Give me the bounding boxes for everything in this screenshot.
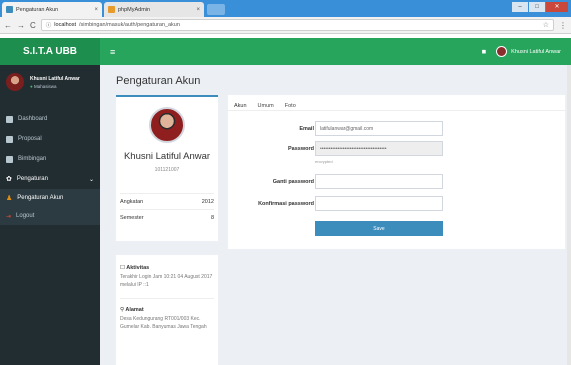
sidebar-item-pengaturan-akun[interactable]: ♟ Pengaturan Akun	[0, 189, 100, 207]
profile-name: Khusni Latiful Anwar	[123, 151, 211, 162]
logout-icon: ⇥	[6, 213, 12, 220]
sidebar-item-proposal[interactable]: Proposal	[0, 129, 100, 149]
bookmark-star-icon[interactable]: ☆	[543, 21, 549, 29]
address-title: Alamat	[125, 307, 144, 313]
close-window-icon[interactable]: ✕	[546, 2, 568, 12]
browser-tab-label: Pengaturan Akun	[16, 6, 59, 13]
divider	[120, 298, 214, 299]
dashboard-icon	[6, 115, 13, 123]
activity-heading: ☐ Aktivitas	[120, 265, 214, 271]
sidebar-item-dashboard[interactable]: Dashboard	[0, 109, 100, 129]
activity-text: Terakhir Login Jam 10:21 04 August 2017 …	[120, 274, 213, 288]
notification-flag-icon[interactable]: ◼	[482, 49, 487, 55]
back-icon[interactable]: ←	[4, 21, 12, 30]
browser-tab-bar: Pengaturan Akun × phpMyAdmin × – □ ✕	[0, 0, 571, 17]
confirm-password-label: Konfirmasi password	[258, 201, 314, 207]
sidebar-item-pengaturan[interactable]: ✿ Pengaturan ⌄	[0, 169, 100, 189]
sidebar-user-name: Khusni Latiful Anwar	[30, 75, 80, 82]
address-bar[interactable]: ⓘ localhost/simbingan/masuk/auth/pengatu…	[40, 19, 554, 31]
browser-tab-inactive[interactable]: phpMyAdmin ×	[104, 2, 204, 17]
online-dot-icon: ●	[30, 83, 33, 89]
activity-title: Aktivitas	[126, 265, 150, 271]
page-title: Pengaturan Akun	[116, 75, 201, 87]
tab-umum[interactable]: Umum	[258, 103, 274, 110]
profile-nim: 101121007	[154, 167, 180, 173]
sidebar: Khusni Latiful Anwar ● Mahasiswa Dashboa…	[0, 65, 100, 365]
address-heading: ⚲ Alamat	[120, 307, 214, 313]
sidebar-toggle-icon[interactable]: ≡	[110, 47, 115, 57]
minimize-icon[interactable]: –	[512, 2, 528, 12]
new-tab-button[interactable]	[207, 4, 225, 15]
save-button[interactable]: Save	[315, 221, 443, 236]
comment-icon: ☐	[120, 265, 125, 271]
file-icon	[6, 135, 13, 143]
reload-icon[interactable]: C	[30, 21, 36, 30]
user-icon: ♟	[6, 195, 13, 202]
chevron-down-icon: ⌄	[88, 176, 94, 183]
book-icon	[6, 155, 13, 163]
site-info-icon[interactable]: ⓘ	[46, 21, 52, 29]
app-logo[interactable]: S.I.T.A UBB	[0, 38, 100, 65]
sidebar-item-label: Dashboard	[18, 116, 48, 122]
profile-photo	[149, 107, 185, 143]
sidebar-item-label: Bimbingan	[18, 156, 47, 162]
password-field[interactable]: ••••••••••••••••••••••••••••••••••••••	[315, 141, 443, 156]
sidebar-item-bimbingan[interactable]: Bimbingan	[0, 149, 100, 169]
sidebar-menu: Dashboard Proposal Bimbingan ✿ Pengatura…	[0, 109, 100, 225]
browser-menu-icon[interactable]: ⋮	[559, 21, 567, 30]
maximize-icon[interactable]: □	[529, 2, 545, 12]
user-menu[interactable]: Khusni Latiful Anwar	[496, 46, 561, 57]
settings-form-card: Akun Umum Foto Email latifulanwar@gmail.…	[228, 95, 565, 249]
row-label: Semester	[120, 214, 144, 221]
address-text: Desa Kedungurang RT001/003 Kec. Gumelar …	[120, 316, 207, 330]
main-content: Pengaturan Akun Khusni Latiful Anwar 101…	[100, 65, 571, 365]
url-path: /simbingan/masuk/auth/pengaturan_akun	[79, 22, 180, 28]
browser-tab-active[interactable]: Pengaturan Akun ×	[2, 2, 102, 17]
list-item: Angkatan 2012	[120, 193, 214, 209]
close-tab-icon[interactable]: ×	[94, 7, 98, 13]
new-password-label: Ganti password	[272, 179, 314, 185]
phpmyadmin-favicon-icon	[108, 6, 115, 13]
new-password-field[interactable]	[315, 174, 443, 189]
user-role: Mahasiswa	[33, 83, 57, 89]
sidebar-submenu: ♟ Pengaturan Akun ⇥ Logout	[0, 189, 100, 225]
window-controls: – □ ✕	[512, 2, 568, 12]
tab-bar: Akun Umum Foto	[228, 95, 565, 111]
avatar	[496, 46, 508, 57]
sidebar-item-label: Pengaturan	[16, 176, 48, 182]
avatar	[6, 73, 24, 91]
status-badge: ● Mahasiswa	[30, 84, 80, 89]
close-tab-icon[interactable]: ×	[196, 7, 200, 13]
page-favicon-icon	[6, 6, 13, 13]
password-label: Password	[288, 146, 314, 152]
email-label: Email	[299, 126, 314, 132]
sidebar-item-label: Proposal	[18, 136, 42, 142]
row-value: 2012	[201, 198, 214, 205]
list-item: Semester 8	[120, 209, 214, 225]
email-field[interactable]: latifulanwar@gmail.com	[315, 121, 443, 136]
header-user-name: Khusni Latiful Anwar	[511, 48, 561, 55]
sidebar-item-label: Pengaturan Akun	[17, 195, 64, 201]
browser-tab-label: phpMyAdmin	[118, 6, 151, 13]
profile-card: Khusni Latiful Anwar 101121007 Angkatan …	[116, 95, 218, 241]
browser-toolbar: ← → C ⓘ localhost/simbingan/masuk/auth/p…	[0, 17, 571, 34]
sidebar-item-label: Logout	[16, 213, 35, 219]
page-scrollbar[interactable]	[567, 65, 571, 365]
tab-akun[interactable]: Akun	[234, 103, 247, 110]
confirm-password-field[interactable]	[315, 196, 443, 211]
password-help-text: encrypted	[315, 159, 333, 164]
row-label: Angkatan	[120, 198, 144, 205]
about-card: ☐ Aktivitas Terakhir Login Jam 10:21 04 …	[116, 255, 218, 365]
row-value: 8	[210, 214, 214, 221]
sidebar-user-panel: Khusni Latiful Anwar ● Mahasiswa	[0, 65, 100, 99]
url-host: localhost	[54, 22, 77, 28]
gear-icon: ✿	[6, 176, 12, 183]
forward-icon[interactable]: →	[17, 21, 25, 30]
sidebar-item-logout[interactable]: ⇥ Logout	[0, 207, 100, 225]
map-marker-icon: ⚲	[120, 307, 125, 313]
tab-foto[interactable]: Foto	[285, 103, 296, 110]
top-navbar: ≡ ◼ Khusni Latiful Anwar	[100, 38, 571, 65]
